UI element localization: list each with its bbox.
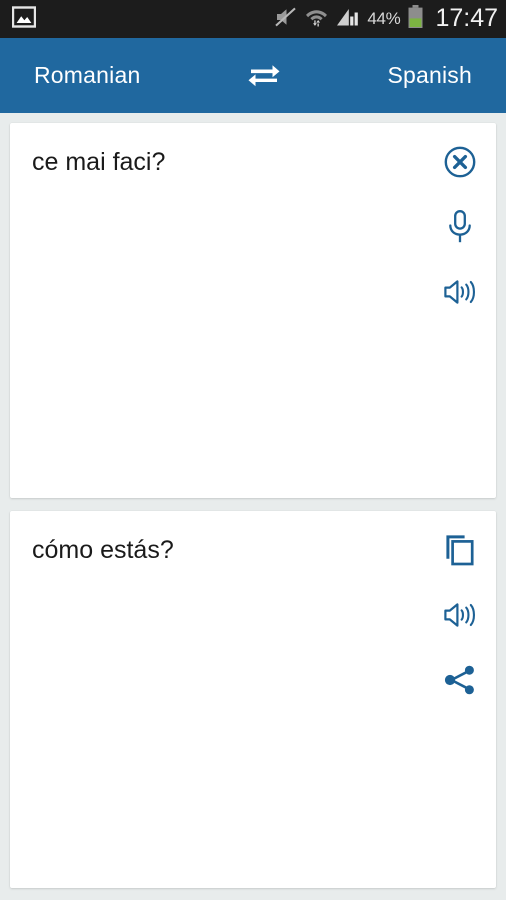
translated-text: cómo estás?: [32, 536, 174, 564]
sound-muted-icon: [274, 6, 298, 33]
speak-translation-button[interactable]: [438, 594, 482, 638]
source-actions: [438, 141, 482, 315]
close-circle-icon: [443, 145, 477, 182]
battery-percent-label: 44%: [367, 9, 401, 28]
cellular-signal-icon: [335, 6, 360, 33]
share-icon: [443, 664, 477, 699]
battery-icon: [407, 4, 424, 34]
source-text[interactable]: ce mai faci?: [32, 147, 416, 178]
translation-panels: ce mai faci? cómo estás?: [0, 113, 506, 900]
status-bar: 44% 17:47: [0, 0, 506, 38]
language-selection-bar: Romanian Spanish: [0, 38, 506, 113]
translator-app-screen: 44% 17:47 Romanian Spanish ce mai faci? …: [0, 0, 506, 900]
voice-input-button[interactable]: [438, 206, 482, 250]
microphone-icon: [445, 209, 475, 248]
target-language-button[interactable]: Spanish: [387, 62, 472, 89]
speaker-volume-icon: [442, 600, 478, 633]
gallery-image-icon: [11, 5, 37, 33]
swap-horizontal-arrows-icon: [246, 59, 282, 92]
wifi-signal-icon: [305, 6, 328, 33]
source-language-button[interactable]: Romanian: [34, 62, 140, 89]
swap-languages-button[interactable]: [240, 52, 288, 100]
translation-actions: [438, 529, 482, 703]
translation-result-card[interactable]: cómo estás?: [10, 511, 496, 888]
speaker-volume-icon: [442, 277, 478, 310]
status-bar-clock: 17:47: [435, 3, 498, 32]
copy-button[interactable]: [438, 529, 482, 573]
source-text-card[interactable]: ce mai faci?: [10, 123, 496, 498]
clear-button[interactable]: [438, 141, 482, 185]
speak-source-button[interactable]: [438, 271, 482, 315]
status-bar-notifications: [11, 5, 37, 33]
status-bar-system-icons: 44% 17:47: [274, 3, 498, 34]
share-button[interactable]: [438, 659, 482, 703]
copy-icon: [444, 533, 476, 570]
